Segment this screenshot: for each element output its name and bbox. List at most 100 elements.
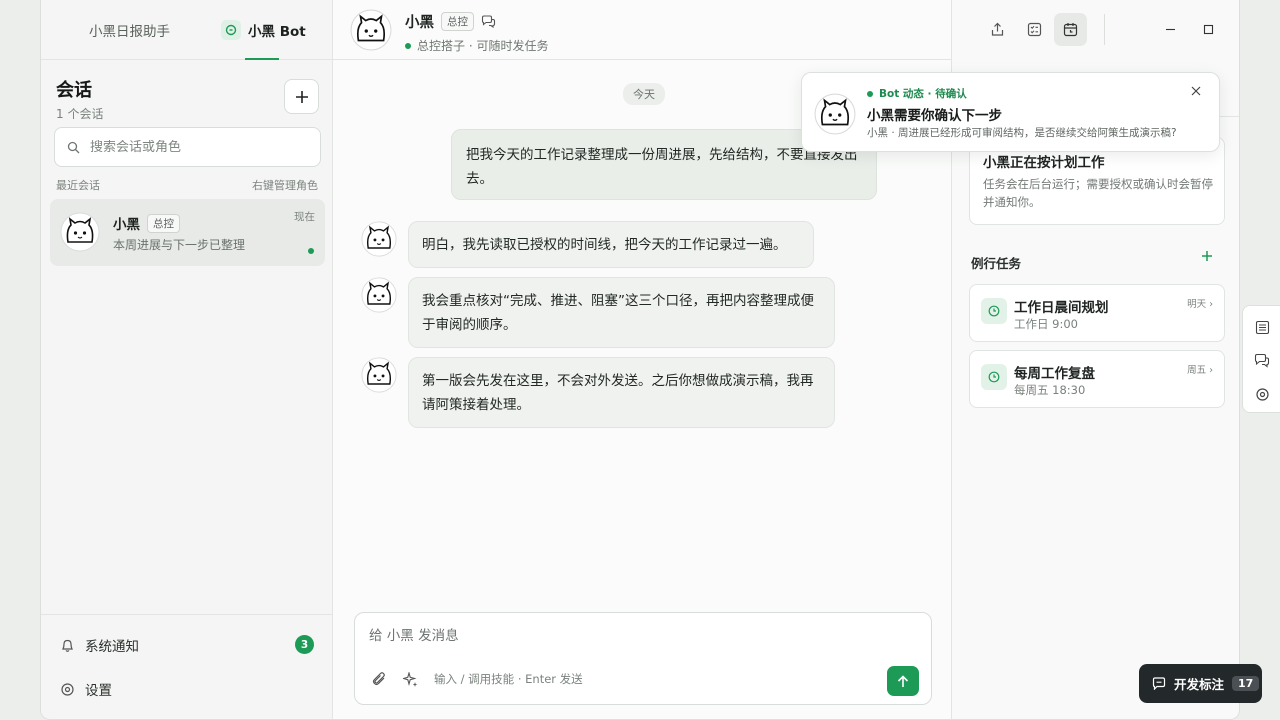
add-routine-button[interactable] [1201,250,1213,262]
avatar [361,221,397,257]
routine-card[interactable]: 每周工作复盘 每周五 18:30 周五 › [969,350,1225,408]
message-input[interactable] [369,628,869,644]
sparkle-icon[interactable] [403,671,418,687]
routine-tasks-title: 例行任务 [971,256,1022,271]
routine-next-run: 明天 › [1187,299,1213,310]
status-dot [405,42,411,49]
settings-label: 设置 [85,683,112,699]
close-window-button[interactable] [1229,13,1239,46]
notification-tag-text: Bot 动态 · 待确认 [879,88,967,100]
toolbar-divider [1104,14,1105,45]
avatar [60,212,100,252]
calendar-icon [1063,23,1078,37]
tasks-button[interactable] [1018,13,1051,46]
date-divider: 今天 [623,83,665,105]
share-icon [991,22,1004,36]
sidebar-tabs: 小黑日报助手 小黑 Bot [41,0,332,60]
chat-bubbles-icon [1254,353,1270,368]
conversation-count: 1 个会话 [56,107,104,121]
sidebar: 小黑日报助手 小黑 Bot 会话 1 个会话 最近会话 右键管理角色 [41,0,333,719]
clock-icon [981,364,1007,390]
chat-status-text: 总控搭子 · 可随时发任务 [417,39,549,53]
bot-message: 第一版会先发在这里，不会对外发送。之后你想做成演示稿，我再请阿策接着处理。 [408,357,835,428]
recent-hint: 右键管理角色 [252,179,318,192]
minimize-button[interactable] [1154,13,1187,46]
active-tab-indicator [245,58,279,60]
chat-title: 小黑 总控 [405,11,496,32]
bot-message: 明白，我先读取已授权的时间线，把今天的工作记录过一遍。 [408,221,814,268]
role-tag: 总控 [147,213,180,233]
arrow-up-icon [897,674,909,687]
plus-icon [1202,251,1212,261]
share-button[interactable] [981,13,1014,46]
dev-annotations-button[interactable]: 开发标注 17 [1139,664,1262,703]
notifications-link[interactable]: 系统通知 [60,635,139,655]
conversation-time: 现在 [294,211,315,223]
avatar[interactable] [350,9,392,51]
tab-bot-label: 小黑 Bot [248,24,306,40]
dev-annotations-count: 17 [1232,676,1260,691]
floating-toolbar [1242,305,1280,413]
checklist-icon [1027,22,1042,37]
conversation-name: 小黑 总控 [113,213,180,233]
notification-title: 小黑需要你确认下一步 [867,108,1002,124]
sidebar-footer: 系统通知 3 设置 [41,614,333,719]
close-icon [1191,86,1201,96]
notification-tag: Bot 动态 · 待确认 [867,86,967,101]
tab-bot[interactable]: 小黑 Bot [221,20,306,40]
sidebar-header: 会话 1 个会话 [56,76,103,122]
message-composer: 输入 / 调用技能 · Enter 发送 [354,612,932,705]
conversation-item[interactable]: 小黑 总控 本周进展与下一步已整理 现在 [50,199,325,266]
routine-schedule: 工作日 9:00 [1014,317,1078,331]
maximize-icon [1203,24,1214,35]
bell-icon [62,639,73,652]
clock-icon [981,298,1007,324]
conversation-preview: 本周进展与下一步已整理 [113,238,246,252]
settings-button[interactable] [1252,384,1272,404]
routine-card[interactable]: 工作日晨间规划 工作日 9:00 明天 › [969,284,1225,342]
avatar [361,357,397,393]
notifications-label: 系统通知 [85,639,139,655]
status-dot [867,90,873,97]
comment-icon [1152,677,1166,690]
maximize-button[interactable] [1192,13,1225,46]
settings-link[interactable]: 设置 [60,679,112,699]
plus-icon [295,90,308,103]
sidebar-title: 会话 [56,80,92,101]
working-status-title: 小黑正在按计划工作 [983,155,1105,171]
chat-bubble-icon [221,20,241,40]
outline-button[interactable] [1252,317,1272,337]
comments-button[interactable] [1252,350,1272,370]
chat-bubbles-icon[interactable] [481,15,496,28]
routine-title: 工作日晨间规划 [1014,300,1109,316]
gear-icon [61,682,74,696]
list-icon [1255,320,1269,334]
schedule-button[interactable] [1054,13,1087,46]
composer-hint: 输入 / 调用技能 · Enter 发送 [434,672,583,686]
routine-title: 每周工作复盘 [1014,366,1095,382]
chat-status: 总控搭子 · 可随时发任务 [405,37,548,54]
paperclip-icon[interactable] [372,671,387,687]
search-input[interactable] [90,139,290,155]
working-status-desc: 任务会在后台运行；需要授权或确认时会暂停并通知你。 [983,177,1213,209]
online-indicator [308,248,314,254]
send-button[interactable] [887,666,919,696]
minimize-icon [1166,28,1175,31]
chat-header: 小黑 总控 总控搭子 · 可随时发任务 [333,0,951,60]
search-icon [67,141,80,153]
chat-title-text: 小黑 [405,15,434,31]
recent-header: 最近会话 右键管理角色 [56,177,318,193]
routine-schedule: 每周五 18:30 [1014,383,1086,397]
tab-daily-assistant[interactable]: 小黑日报助手 [89,20,170,40]
routine-next-run: 周五 › [1187,365,1213,376]
avatar [814,93,856,135]
recent-label: 最近会话 [56,179,100,192]
notification-badge: 3 [295,635,314,654]
conversation-name-text: 小黑 [113,217,140,233]
composer-tools: 输入 / 调用技能 · Enter 发送 [372,671,583,687]
gear-icon [1255,387,1269,401]
bot-notification[interactable]: Bot 动态 · 待确认 小黑需要你确认下一步 小黑 · 周进展已经形成可审阅结… [801,72,1220,152]
new-conversation-button[interactable] [284,79,319,114]
close-notification-button[interactable] [1191,86,1201,96]
search-box[interactable] [54,127,321,167]
